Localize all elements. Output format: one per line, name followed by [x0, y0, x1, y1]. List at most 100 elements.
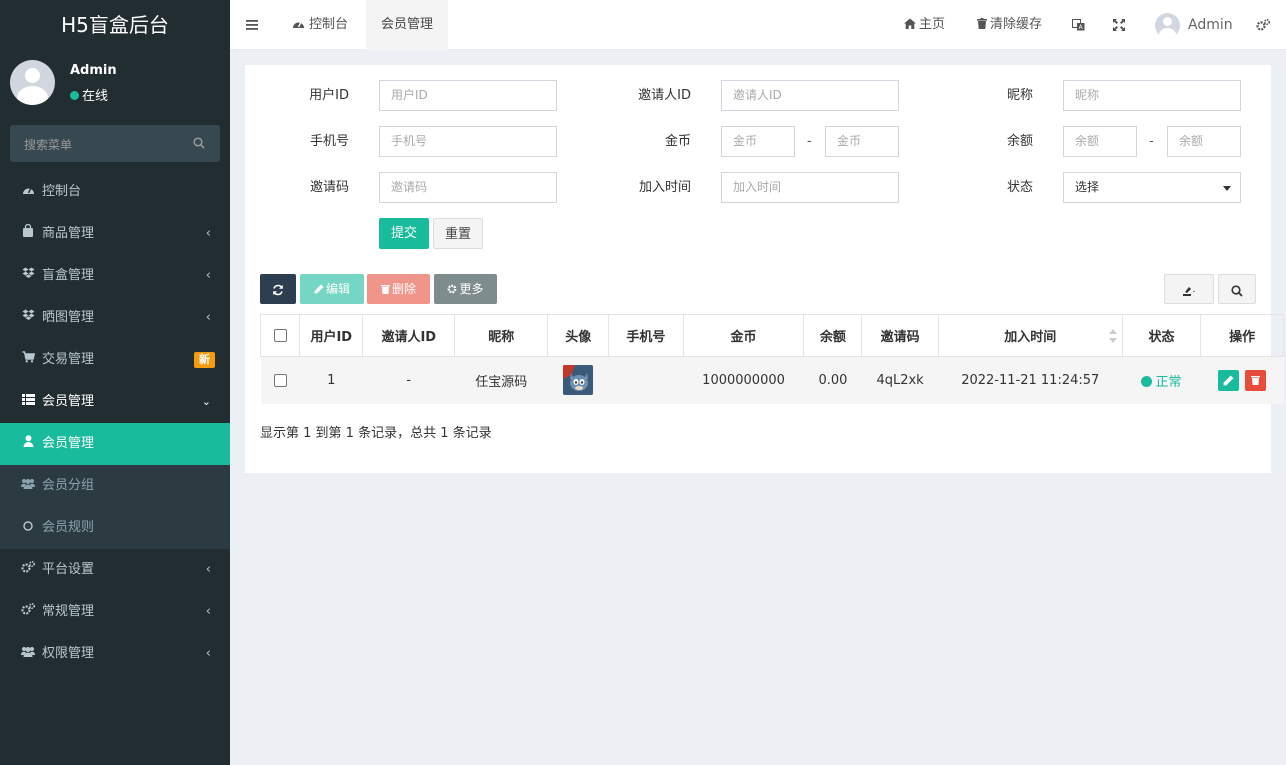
- chevron-down-icon: ⌄: [201, 395, 211, 408]
- cell-join-time: 2022-11-21 11:24:57: [938, 356, 1123, 404]
- sidebar-item-members[interactable]: 会员管理: [0, 423, 230, 465]
- col-actions: 操作: [1200, 314, 1284, 357]
- search-icon: [1231, 284, 1243, 297]
- export-icon: [1183, 286, 1195, 296]
- row-delete-button[interactable]: [1245, 369, 1267, 391]
- users-icon: [20, 465, 36, 507]
- col-user-id[interactable]: 用户ID: [299, 314, 364, 357]
- chevron-left-icon: ‹: [205, 604, 211, 619]
- sidebar-item-trade[interactable]: 交易管理 新: [0, 339, 230, 381]
- col-avatar[interactable]: 头像: [547, 314, 610, 357]
- cell-mobile: [608, 356, 684, 404]
- home-icon: [904, 18, 916, 29]
- sidebar-item-member-groups[interactable]: 会员分组: [0, 465, 230, 507]
- user-id-input[interactable]: 用户ID: [379, 80, 557, 111]
- col-invite-code[interactable]: 邀请码: [861, 314, 939, 357]
- user-id-label: 用户ID: [309, 88, 349, 103]
- search-toggle-button[interactable]: [1218, 274, 1256, 304]
- list-icon: [21, 381, 35, 423]
- col-status[interactable]: 状态: [1122, 314, 1202, 357]
- dropbox-icon: [21, 297, 35, 339]
- col-nickname[interactable]: 昵称: [454, 314, 549, 357]
- user-status: 在线: [70, 85, 108, 104]
- row-checkbox[interactable]: [260, 356, 300, 404]
- admin-user-menu[interactable]: Admin: [1155, 0, 1233, 50]
- fullscreen-button[interactable]: [1113, 0, 1125, 50]
- inviter-id-input[interactable]: 邀请人ID: [721, 80, 899, 111]
- export-button[interactable]: [1164, 274, 1214, 304]
- range-separator: -: [807, 134, 812, 149]
- balance-max-input[interactable]: 余额: [1167, 126, 1241, 157]
- coins-min-input[interactable]: 金币: [721, 126, 795, 157]
- cell-actions: [1200, 356, 1284, 404]
- sidebar-item-general[interactable]: 常规管理 ‹: [0, 591, 230, 633]
- invite-code-input[interactable]: 邀请码: [379, 172, 557, 203]
- col-mobile[interactable]: 手机号: [608, 314, 684, 357]
- sidebar-item-photos[interactable]: 晒图管理 ‹: [0, 297, 230, 339]
- balance-min-input[interactable]: 余额: [1063, 126, 1137, 157]
- join-time-input[interactable]: 加入时间: [721, 172, 899, 203]
- status-label: 状态: [1006, 180, 1033, 195]
- col-join-time[interactable]: 加入时间: [938, 314, 1123, 357]
- status-select[interactable]: 选择: [1063, 172, 1241, 203]
- coins-max-input[interactable]: 金币: [825, 126, 899, 157]
- sidebar-item-dashboard[interactable]: 控制台: [0, 171, 230, 213]
- sidebar-toggle-button[interactable]: [246, 0, 258, 50]
- more-button[interactable]: 更多: [434, 274, 497, 304]
- users-icon: [20, 633, 36, 675]
- member-avatar-image[interactable]: [563, 365, 594, 396]
- col-balance[interactable]: 余额: [803, 314, 863, 357]
- chevron-left-icon: ‹: [205, 310, 211, 325]
- select-all-checkbox[interactable]: [259, 314, 301, 357]
- refresh-button[interactable]: [260, 274, 296, 304]
- edit-button[interactable]: 编辑: [300, 274, 364, 304]
- sidebar-item-platform-settings[interactable]: 平台设置 ‹: [0, 549, 230, 591]
- sidebar-menu: 控制台 商品管理 ‹ 盲盒管理 ‹ 晒图管理 ‹ 交易管理 新 会员管理 ⌄ 会员管理: [0, 171, 230, 675]
- col-inviter-id[interactable]: 邀请人ID: [362, 314, 456, 357]
- sidebar-item-member-group[interactable]: 会员管理 ⌄: [0, 381, 230, 423]
- bars-icon: [246, 19, 258, 30]
- sidebar-item-goods[interactable]: 商品管理 ‹: [0, 213, 230, 255]
- mobile-input[interactable]: 手机号: [379, 126, 557, 157]
- language-button[interactable]: A: [1072, 0, 1085, 50]
- range-separator: -: [1149, 134, 1154, 149]
- shopping-bag-icon: [21, 213, 35, 255]
- sort-icon: [1108, 329, 1117, 343]
- reset-button[interactable]: 重置: [433, 218, 483, 249]
- cell-avatar[interactable]: [547, 356, 609, 404]
- table-row[interactable]: 1 - 任宝源码 1000000000 0.00 4qL2xk 2022-11-…: [260, 356, 1284, 404]
- gear-icon: [448, 284, 457, 294]
- submit-button[interactable]: 提交: [379, 218, 429, 249]
- tab-dashboard[interactable]: 控制台: [292, 0, 348, 50]
- settings-button[interactable]: [1256, 0, 1271, 50]
- chevron-left-icon: ‹: [205, 562, 211, 577]
- search-icon[interactable]: [193, 137, 205, 153]
- clear-cache-button[interactable]: 清除缓存: [977, 0, 1042, 50]
- pencil-icon: [314, 284, 324, 294]
- members-table: 用户ID 邀请人ID 昵称 头像 手机号 金币 余额 邀请码 加入时间 状态 操…: [259, 314, 1284, 404]
- online-dot-icon: [70, 91, 79, 100]
- nickname-input[interactable]: 昵称: [1063, 80, 1241, 111]
- tab-members[interactable]: 会员管理: [366, 0, 448, 50]
- gears-icon: [21, 591, 36, 633]
- translate-icon: A: [1072, 18, 1085, 31]
- delete-button[interactable]: 删除: [367, 274, 430, 304]
- row-edit-button[interactable]: [1218, 369, 1240, 391]
- status-dot-icon: [1141, 375, 1153, 387]
- sidebar-item-permissions[interactable]: 权限管理 ‹: [0, 633, 230, 675]
- col-coins[interactable]: 金币: [683, 314, 805, 357]
- circle-icon: [21, 507, 35, 549]
- cell-user-id: 1: [299, 356, 363, 404]
- mobile-label: 手机号: [309, 134, 349, 149]
- table-header-row: 用户ID 邀请人ID 昵称 头像 手机号 金币 余额 邀请码 加入时间 状态 操…: [259, 314, 1284, 357]
- caret-down-icon: [1223, 186, 1231, 191]
- app-title[interactable]: H5盲盒后台: [0, 0, 230, 50]
- chevron-left-icon: ‹: [205, 646, 211, 661]
- sidebar-item-blindbox[interactable]: 盲盒管理 ‹: [0, 255, 230, 297]
- home-link[interactable]: 主页: [904, 0, 945, 50]
- trash-icon: [977, 18, 987, 29]
- pagination-summary: 显示第 1 到第 1 条记录，总共 1 条记录: [260, 426, 492, 441]
- menu-search-input[interactable]: 搜索菜单: [10, 125, 220, 162]
- cell-nickname: 任宝源码: [454, 356, 548, 404]
- sidebar-item-member-rules[interactable]: 会员规则: [0, 507, 230, 549]
